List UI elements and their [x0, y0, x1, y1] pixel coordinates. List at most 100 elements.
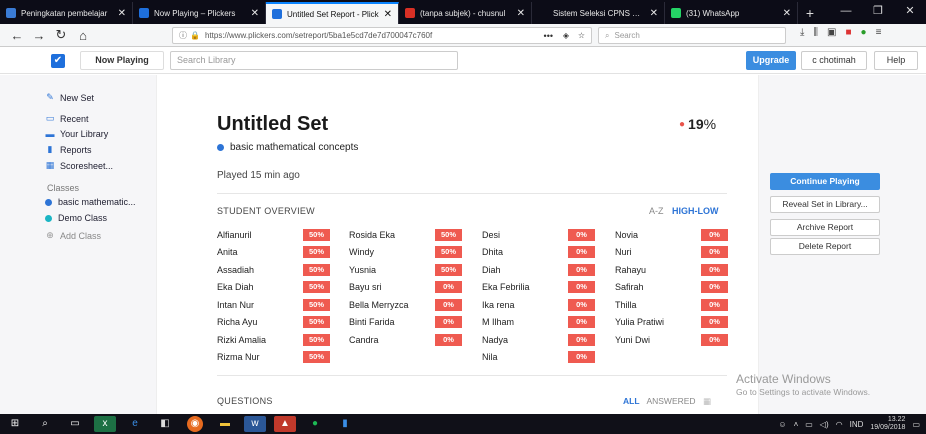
- browser-search-input[interactable]: ⌕ Search: [598, 27, 786, 44]
- student-row[interactable]: Novia 0%: [615, 228, 728, 241]
- report-class-name[interactable]: basic mathematical concepts: [217, 142, 358, 153]
- sidebar-class-item[interactable]: basic mathematic...: [45, 197, 136, 207]
- sort-high-low-button[interactable]: HIGH-LOW: [672, 206, 719, 216]
- archive-report-button[interactable]: Archive Report: [770, 219, 880, 236]
- student-row[interactable]: Nadya 0%: [482, 333, 595, 346]
- edge-icon[interactable]: e: [124, 416, 146, 432]
- info-icon[interactable]: ⓘ: [179, 30, 187, 41]
- sidebar-item-reports[interactable]: ▮ Reports: [45, 144, 92, 155]
- student-row[interactable]: Desi 0%: [482, 228, 595, 241]
- student-row[interactable]: Eka Febrilia 0%: [482, 281, 595, 294]
- restore-icon[interactable]: ❐: [862, 0, 894, 22]
- page-actions-icon[interactable]: •••: [544, 31, 553, 41]
- student-row[interactable]: Yusnia 50%: [349, 263, 462, 276]
- app-red-icon[interactable]: ▲: [274, 416, 296, 432]
- new-set-button[interactable]: ✎ New Set: [45, 92, 94, 103]
- extension-green-icon[interactable]: ●: [861, 27, 867, 38]
- task-view-icon[interactable]: ▭: [64, 416, 86, 432]
- now-playing-button[interactable]: Now Playing: [80, 51, 164, 70]
- grid-view-icon[interactable]: ▦: [703, 396, 711, 406]
- close-tab-icon[interactable]: ✕: [118, 8, 126, 19]
- sidebar-item-scoresheet[interactable]: ▦ Scoresheet...: [45, 160, 113, 171]
- sort-az-button[interactable]: A-Z: [649, 206, 664, 216]
- student-row[interactable]: Windy 50%: [349, 246, 462, 259]
- people-icon[interactable]: ☺: [778, 420, 786, 429]
- student-row[interactable]: Yulia Pratiwi 0%: [615, 316, 728, 329]
- download-icon[interactable]: ⤓: [800, 27, 804, 38]
- add-class-button[interactable]: ⊕ Add Class: [45, 230, 101, 241]
- student-row[interactable]: Bayu sri 0%: [349, 281, 462, 294]
- sidebar-toggle-icon[interactable]: ▣: [827, 27, 836, 38]
- browser-tab[interactable]: Untitled Set Report - Plick ✕: [266, 2, 399, 24]
- sidebar-item-recent[interactable]: ▭ Recent: [45, 113, 89, 124]
- menu-icon[interactable]: ≡: [876, 27, 882, 38]
- new-tab-button[interactable]: +: [798, 2, 822, 24]
- bookmark-star-icon[interactable]: ☆: [578, 31, 585, 40]
- app-blue-icon[interactable]: ▮: [334, 416, 356, 432]
- reload-icon[interactable]: ↻: [50, 27, 72, 43]
- browser-tab[interactable]: Peningkatan pembelajar ✕: [0, 2, 133, 24]
- student-row[interactable]: Anita 50%: [217, 246, 330, 259]
- student-row[interactable]: Safirah 0%: [615, 281, 728, 294]
- browser-tab[interactable]: Sistem Seleksi CPNS Nasiona ✕: [532, 2, 665, 24]
- forward-icon[interactable]: →: [28, 28, 50, 43]
- search-icon[interactable]: ⌕: [34, 416, 56, 432]
- home-icon[interactable]: ⌂: [72, 28, 94, 43]
- browser-tab[interactable]: Now Playing – Plickers ✕: [133, 2, 266, 24]
- close-window-icon[interactable]: ✕: [894, 0, 926, 22]
- close-tab-icon[interactable]: ✕: [517, 8, 525, 19]
- student-row[interactable]: Nila 0%: [482, 351, 595, 364]
- excel-icon[interactable]: x: [94, 416, 116, 432]
- sidebar-item-library[interactable]: ▬ Your Library: [45, 129, 109, 139]
- url-bar[interactable]: ⓘ 🔒 https://www.plickers.com/setreport/5…: [172, 27, 592, 44]
- student-row[interactable]: Rizki Amalia 50%: [217, 333, 330, 346]
- close-tab-icon[interactable]: ✕: [251, 8, 259, 19]
- student-row[interactable]: M Ilham 0%: [482, 316, 595, 329]
- language-indicator[interactable]: IND: [850, 420, 864, 429]
- spotify-icon[interactable]: ●: [304, 416, 326, 432]
- student-row[interactable]: Intan Nur 50%: [217, 298, 330, 311]
- back-icon[interactable]: ←: [6, 28, 28, 43]
- continue-playing-button[interactable]: Continue Playing: [770, 173, 880, 190]
- file-explorer-icon[interactable]: ▬: [214, 416, 236, 432]
- filter-all-button[interactable]: ALL: [623, 396, 640, 406]
- close-tab-icon[interactable]: ✕: [384, 9, 392, 20]
- start-icon[interactable]: ⊞: [4, 416, 26, 432]
- student-row[interactable]: Ika rena 0%: [482, 298, 595, 311]
- close-tab-icon[interactable]: ✕: [650, 8, 658, 19]
- battery-icon[interactable]: ▭: [805, 420, 813, 429]
- student-row[interactable]: Diah 0%: [482, 263, 595, 276]
- clock[interactable]: 13.22 19/09/2018: [870, 416, 905, 432]
- volume-icon[interactable]: ◁): [820, 420, 829, 429]
- extension-icon[interactable]: ■: [845, 27, 851, 38]
- library-icon[interactable]: ⫼: [813, 27, 818, 38]
- student-row[interactable]: Candra 0%: [349, 333, 462, 346]
- student-row[interactable]: Bella Merryzca 0%: [349, 298, 462, 311]
- student-row[interactable]: Dhita 0%: [482, 246, 595, 259]
- filter-answered-button[interactable]: ANSWERED: [646, 396, 695, 406]
- upgrade-button[interactable]: Upgrade: [746, 51, 796, 70]
- wifi-icon[interactable]: ◠: [836, 420, 843, 429]
- student-row[interactable]: Thilla 0%: [615, 298, 728, 311]
- student-row[interactable]: Yuni Dwi 0%: [615, 333, 728, 346]
- store-icon[interactable]: ◧: [154, 416, 176, 432]
- browser-tab[interactable]: (31) WhatsApp ✕: [665, 2, 798, 24]
- close-tab-icon[interactable]: ✕: [783, 8, 791, 19]
- help-button[interactable]: Help: [874, 51, 918, 70]
- user-menu-button[interactable]: c chotimah: [801, 51, 867, 70]
- sidebar-class-item[interactable]: Demo Class: [45, 213, 107, 223]
- student-row[interactable]: Rizma Nur 50%: [217, 351, 330, 364]
- tray-chevron-icon[interactable]: ˄: [794, 420, 799, 429]
- student-row[interactable]: Nuri 0%: [615, 246, 728, 259]
- student-row[interactable]: Richa Ayu 50%: [217, 316, 330, 329]
- reveal-in-library-button[interactable]: Reveal Set in Library...: [770, 196, 880, 213]
- notifications-icon[interactable]: ▭: [912, 420, 920, 429]
- browser-tab[interactable]: (tanpa subjek) - chusnul ✕: [399, 2, 532, 24]
- library-search-input[interactable]: Search Library: [170, 51, 458, 70]
- word-icon[interactable]: w: [244, 416, 266, 432]
- student-row[interactable]: Eka Diah 50%: [217, 281, 330, 294]
- student-row[interactable]: Assadiah 50%: [217, 263, 330, 276]
- student-row[interactable]: Binti Farida 0%: [349, 316, 462, 329]
- delete-report-button[interactable]: Delete Report: [770, 238, 880, 255]
- pocket-icon[interactable]: ◈: [563, 31, 569, 40]
